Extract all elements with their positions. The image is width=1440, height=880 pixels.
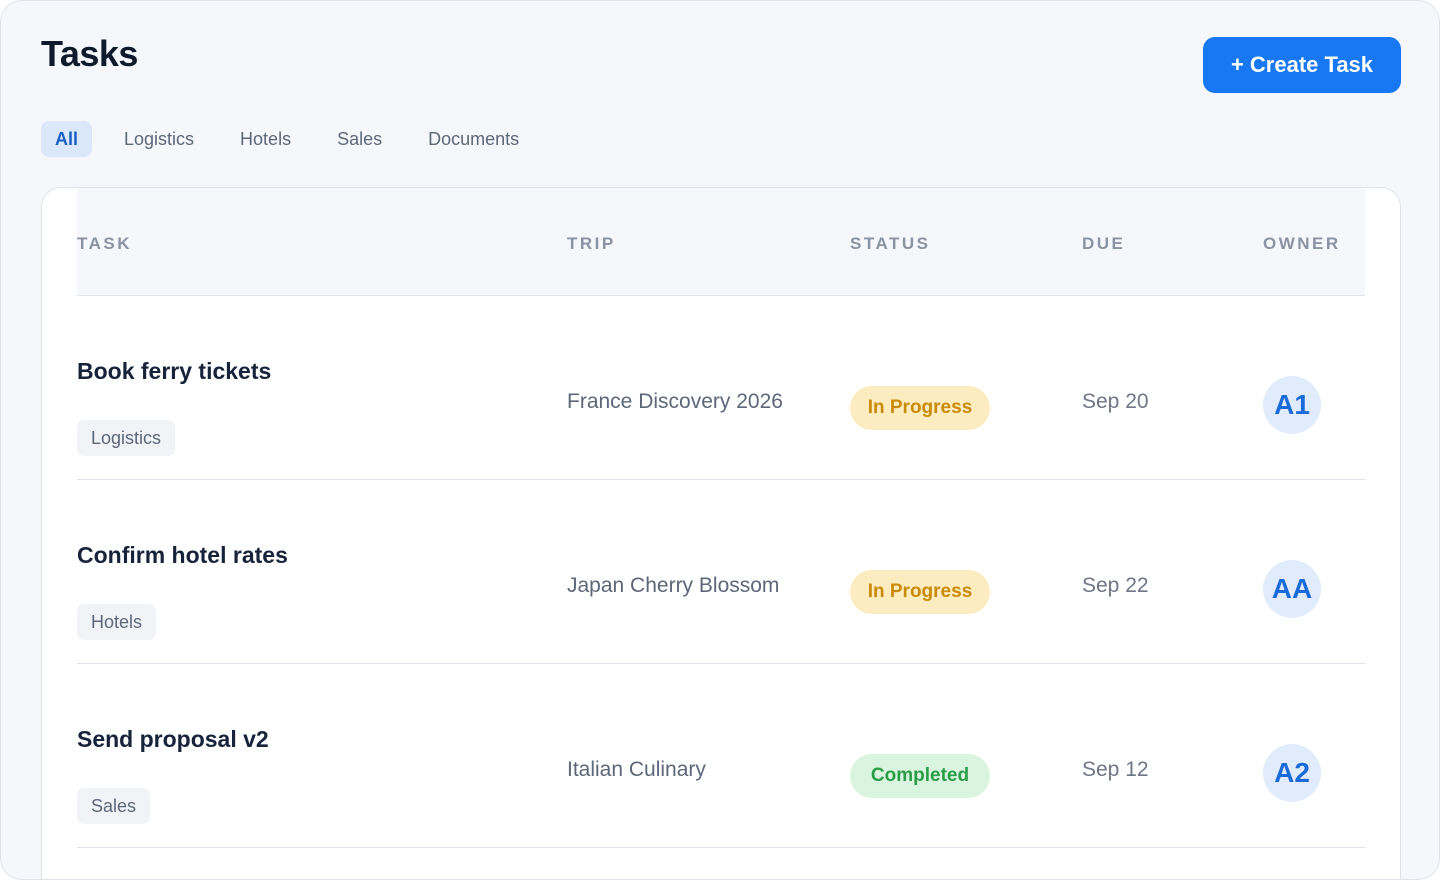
owner-avatar[interactable]: A1 xyxy=(1263,376,1321,434)
tasks-table-card: TASK TRIP STATUS DUE OWNER Book ferry ti… xyxy=(41,187,1401,879)
column-header-task[interactable]: TASK xyxy=(77,234,132,254)
trip-name: France Discovery 2026 xyxy=(567,390,783,413)
due-date: Sep 12 xyxy=(1082,758,1149,781)
tab-logistics[interactable]: Logistics xyxy=(110,121,208,157)
tab-documents[interactable]: Documents xyxy=(414,121,533,157)
tab-hotels[interactable]: Hotels xyxy=(226,121,305,157)
create-task-button[interactable]: + Create Task xyxy=(1203,37,1401,93)
status-badge: In Progress xyxy=(850,386,990,430)
task-category-tag: Hotels xyxy=(77,604,157,640)
trip-name: Japan Cherry Blossom xyxy=(567,574,780,597)
tasks-window: Tasks + Create Task All Logistics Hotels… xyxy=(0,0,1440,880)
task-name[interactable]: Send proposal v2 xyxy=(77,726,269,753)
column-header-due[interactable]: DUE xyxy=(1082,234,1125,254)
task-category-tag: Logistics xyxy=(77,420,176,456)
column-header-owner[interactable]: OWNER xyxy=(1263,234,1341,254)
task-name[interactable]: Confirm hotel rates xyxy=(77,542,288,569)
column-header-status[interactable]: STATUS xyxy=(850,234,930,254)
filter-tabs: All Logistics Hotels Sales Documents xyxy=(41,121,551,157)
table-header: TASK TRIP STATUS DUE OWNER xyxy=(77,188,1365,296)
status-badge: Completed xyxy=(850,754,990,798)
trip-name: Italian Culinary xyxy=(567,758,706,781)
table-row[interactable]: Confirm hotel rates Hotels Japan Cherry … xyxy=(77,482,1365,664)
owner-avatar[interactable]: AA xyxy=(1263,560,1321,618)
table-row[interactable]: Book ferry tickets Logistics France Disc… xyxy=(77,298,1365,480)
tab-all[interactable]: All xyxy=(41,121,93,157)
due-date: Sep 22 xyxy=(1082,574,1149,597)
page-title: Tasks xyxy=(41,33,138,74)
task-category-tag: Sales xyxy=(77,788,151,824)
task-name[interactable]: Book ferry tickets xyxy=(77,358,271,385)
status-badge: In Progress xyxy=(850,570,990,614)
table-row[interactable]: Send proposal v2 Sales Italian Culinary … xyxy=(77,666,1365,848)
column-header-trip[interactable]: TRIP xyxy=(567,234,616,254)
tab-sales[interactable]: Sales xyxy=(323,121,396,157)
owner-avatar[interactable]: A2 xyxy=(1263,744,1321,802)
due-date: Sep 20 xyxy=(1082,390,1149,413)
